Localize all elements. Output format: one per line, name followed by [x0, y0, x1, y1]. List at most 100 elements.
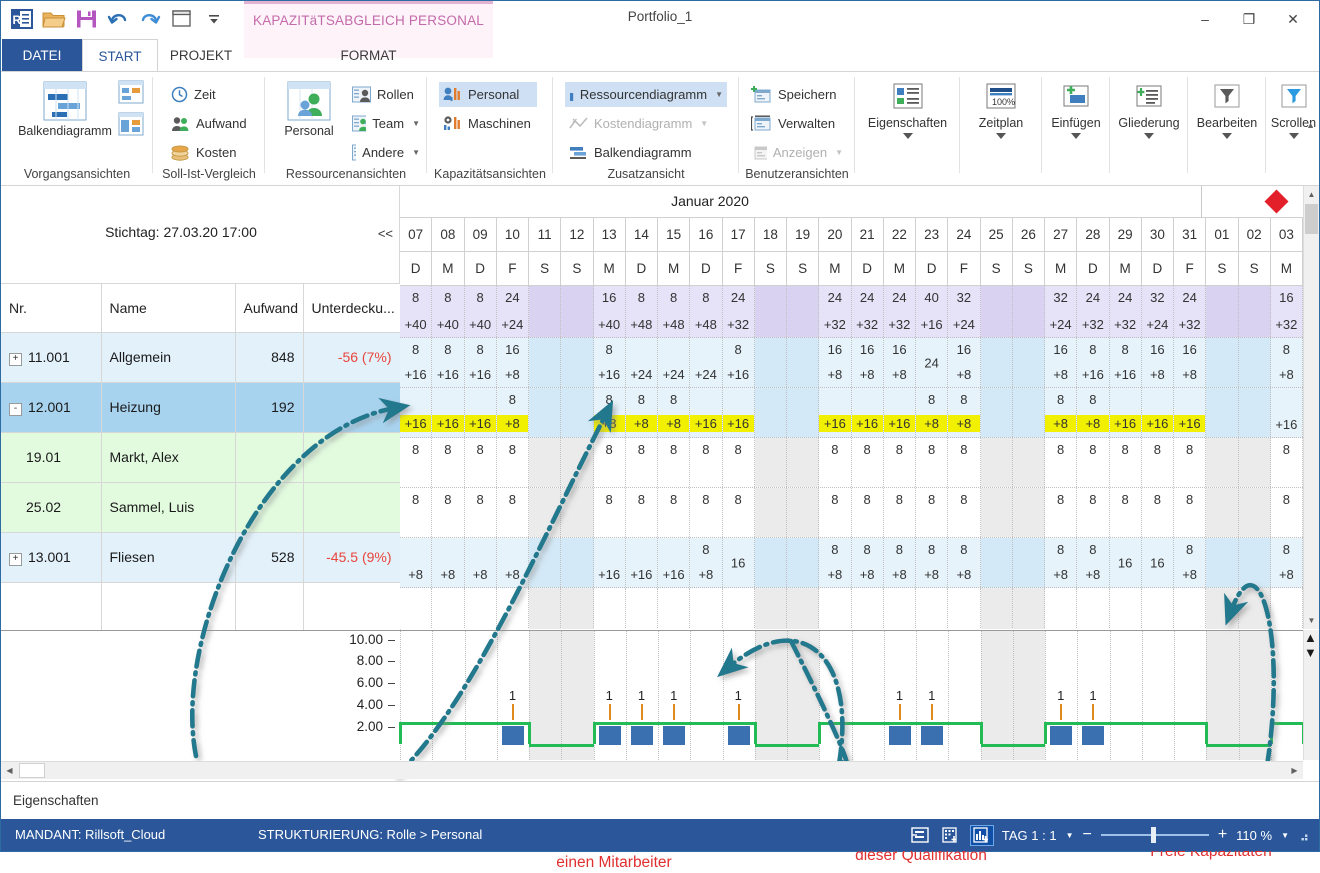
grid-cell[interactable]: [1238, 588, 1271, 629]
grid-cell[interactable]: +16: [851, 388, 884, 437]
grid-cell[interactable]: 40 +16: [916, 286, 949, 337]
grid-cell[interactable]: 8: [916, 438, 949, 487]
grid-cell[interactable]: [1238, 438, 1271, 487]
grid-cell[interactable]: +16: [1271, 388, 1303, 437]
view-mode-2-icon[interactable]: [940, 826, 962, 845]
balkendiagramm-zusatz-button[interactable]: Balkendiagramm: [565, 140, 727, 165]
scroll-thumb[interactable]: [19, 763, 45, 778]
grid-cell[interactable]: +16: [690, 388, 723, 437]
grid-cell[interactable]: +16: [1109, 388, 1142, 437]
grid-cell[interactable]: [1012, 538, 1045, 587]
grid-cell[interactable]: [529, 438, 562, 487]
properties-bar[interactable]: Eigenschaften: [1, 781, 1319, 819]
grid-cell[interactable]: 8 +8: [884, 538, 916, 587]
grid-cell[interactable]: [1238, 538, 1271, 587]
horizontal-scrollbar[interactable]: ◀ ▶: [1, 761, 1303, 779]
grid-cell[interactable]: [1206, 538, 1239, 587]
scroll-up-icon[interactable]: ▲: [1304, 186, 1319, 203]
grid-cell[interactable]: 8: [819, 488, 852, 537]
day-number-cell[interactable]: 14: [626, 218, 658, 251]
grid-cell[interactable]: [658, 588, 691, 629]
personal-res-button[interactable]: Personal: [273, 80, 345, 138]
grid-cell[interactable]: [787, 488, 820, 537]
grid-cell[interactable]: [1238, 388, 1271, 437]
tab-start[interactable]: START: [82, 39, 158, 72]
grid-cell[interactable]: 8: [465, 488, 497, 537]
grid-cell[interactable]: [1206, 388, 1239, 437]
grid-cell[interactable]: [787, 388, 820, 437]
table-row[interactable]: -12.001 Heizung 192: [1, 382, 401, 433]
grid-cell[interactable]: 8: [1045, 438, 1078, 487]
grid-cell[interactable]: 8 +8: [916, 538, 949, 587]
grid-cell[interactable]: [561, 538, 594, 587]
scroll-down-icon[interactable]: ▼: [1304, 612, 1319, 629]
kosten-button[interactable]: Kosten: [167, 140, 259, 165]
andere-button[interactable]: Andere ▼: [348, 140, 424, 165]
chevron-down-icon[interactable]: ▼: [412, 148, 420, 157]
grid-cell[interactable]: [980, 488, 1013, 537]
grid-cell[interactable]: [787, 286, 820, 337]
grid-cell[interactable]: 8: [1271, 488, 1303, 537]
grid-cell[interactable]: 32 +24: [948, 286, 981, 337]
rollen-button[interactable]: Rollen: [348, 82, 424, 107]
day-number-cell[interactable]: 22: [884, 218, 916, 251]
grid-cell[interactable]: [980, 438, 1013, 487]
grid-cell[interactable]: [916, 588, 949, 629]
day-number-cell[interactable]: 07: [400, 218, 433, 251]
grid-cell[interactable]: [754, 588, 787, 629]
grid-cell[interactable]: 8 +8: [1045, 388, 1078, 437]
grid-cell[interactable]: [529, 538, 562, 587]
grid-cell[interactable]: [819, 588, 852, 629]
window-icon[interactable]: [169, 6, 195, 32]
zoom-out-button[interactable]: −: [1082, 826, 1091, 844]
table-row[interactable]: +13.001 Fliesen 528 -45.5 (9%): [1, 532, 401, 583]
grid-cell[interactable]: 24 +24: [497, 286, 529, 337]
zoom-slider[interactable]: [1100, 826, 1209, 844]
maschinen-button[interactable]: Maschinen: [439, 111, 537, 136]
chart-vertical-scrollbar[interactable]: ▲ ▼: [1303, 630, 1319, 760]
col-header-aufwand[interactable]: Aufwand: [235, 284, 304, 333]
grid-row-empty-row[interactable]: [400, 588, 1303, 629]
col-header-unterdeckung[interactable]: Unterdecku...: [303, 284, 401, 333]
grid-cell[interactable]: 24 +32: [1077, 286, 1110, 337]
grid-cell[interactable]: +16: [658, 538, 691, 587]
grid-cell[interactable]: [529, 338, 562, 387]
grid-cell[interactable]: 8 +40: [432, 286, 465, 337]
einfuegen-button[interactable]: Einfügen: [1042, 82, 1110, 140]
grid-cell[interactable]: 8 +8: [593, 388, 626, 437]
grid-cell[interactable]: 24 +32: [1110, 286, 1142, 337]
grid-cell[interactable]: 8: [400, 438, 433, 487]
grid-cell[interactable]: 8 +8: [1271, 338, 1303, 387]
table-row[interactable]: +11.001 Allgemein 848 -56 (7%): [1, 332, 401, 383]
grid-cell[interactable]: [1077, 588, 1110, 629]
grid-cell[interactable]: [594, 588, 626, 629]
grid-cell[interactable]: 16 +40: [594, 286, 626, 337]
grid-cell[interactable]: +24: [690, 338, 723, 387]
grid-cell[interactable]: 16 +32: [1271, 286, 1303, 337]
tab-format[interactable]: FORMAT: [244, 39, 493, 72]
grid-cell[interactable]: [1012, 438, 1045, 487]
grid-cell[interactable]: 8 +8: [916, 388, 949, 437]
grid-cell[interactable]: +16: [1141, 388, 1174, 437]
day-number-cell[interactable]: 28: [1077, 218, 1110, 251]
tab-projekt[interactable]: PROJEKT: [158, 39, 244, 72]
grid-cell[interactable]: [723, 588, 755, 629]
day-number-cell[interactable]: 27: [1045, 218, 1078, 251]
grid-cell[interactable]: 24 +32: [852, 286, 884, 337]
grid-cell[interactable]: [1012, 388, 1045, 437]
grid-cell[interactable]: +16: [819, 388, 852, 437]
grid-row-sammel-luis[interactable]: 8 8 8 8 8 8 8 8 8 8 8 8 8 8 8 8 8 8 8 8: [400, 488, 1303, 538]
grid-cell[interactable]: [561, 286, 594, 337]
day-number-cell[interactable]: 26: [1013, 218, 1045, 251]
table-row[interactable]: 19.01 Markt, Alex: [1, 432, 401, 483]
grid-cell[interactable]: [1045, 588, 1078, 629]
grid-cell[interactable]: 8 +8: [1271, 538, 1303, 587]
grid-cell[interactable]: 16 +8: [1174, 338, 1207, 387]
maximize-button[interactable]: ❐: [1227, 4, 1271, 34]
day-number-cell[interactable]: 08: [432, 218, 465, 251]
grid-cell[interactable]: [1206, 588, 1239, 629]
grid-cell[interactable]: 8: [465, 438, 497, 487]
grid-cell[interactable]: [497, 588, 529, 629]
grid-cell[interactable]: [948, 588, 981, 629]
demand-bar[interactable]: [921, 726, 944, 745]
